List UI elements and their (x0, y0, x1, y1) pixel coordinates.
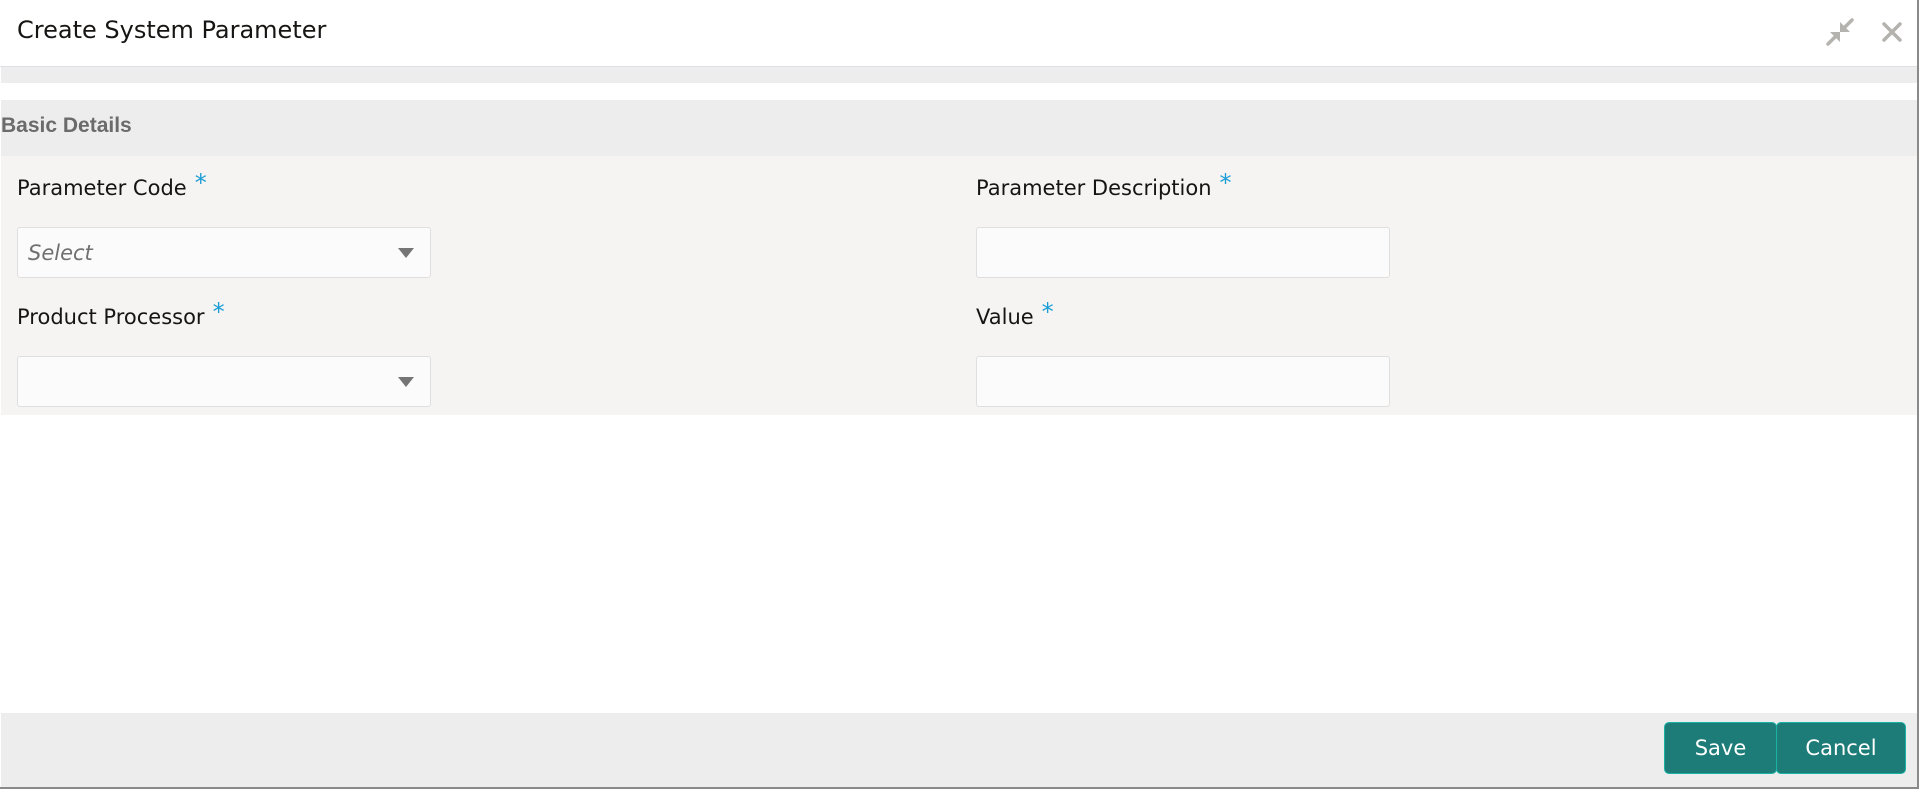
close-icon[interactable] (1878, 18, 1906, 46)
product-processor-field: Product Processor * (17, 298, 431, 407)
parameter-code-label: Parameter Code (17, 176, 187, 200)
required-asterisk: * (1219, 169, 1232, 197)
value-field: Value * (976, 298, 1390, 407)
dialog-header: Create System Parameter (0, 0, 1917, 67)
basic-details-form: Parameter Code * Select Parameter Descrip… (1, 156, 1917, 415)
parameter-code-field: Parameter Code * Select (17, 169, 431, 278)
dialog-footer: Save Cancel (1, 713, 1917, 787)
dialog-title: Create System Parameter (17, 16, 327, 44)
parameter-code-placeholder: Select (28, 241, 93, 265)
save-button[interactable]: Save (1664, 722, 1777, 774)
product-processor-select[interactable] (17, 356, 431, 407)
header-divider-strip (1, 67, 1917, 83)
required-asterisk: * (212, 298, 225, 326)
required-asterisk: * (194, 169, 207, 197)
parameter-description-label: Parameter Description (976, 176, 1212, 200)
product-processor-label: Product Processor (17, 305, 205, 329)
minimize-icon[interactable] (1826, 18, 1854, 46)
required-asterisk: * (1041, 298, 1054, 326)
value-label: Value (976, 305, 1034, 329)
section-header-basic-details: Basic Details (1, 100, 1917, 156)
parameter-description-field: Parameter Description * (976, 169, 1390, 278)
chevron-down-icon[interactable] (398, 248, 414, 258)
create-system-parameter-dialog: Create System Parameter Basic Details Pa… (0, 0, 1919, 789)
chevron-down-icon[interactable] (398, 377, 414, 387)
section-title: Basic Details (1, 114, 132, 137)
parameter-code-select[interactable]: Select (17, 227, 431, 278)
parameter-description-input[interactable] (976, 227, 1390, 278)
value-input[interactable] (976, 356, 1390, 407)
cancel-button[interactable]: Cancel (1776, 722, 1906, 774)
